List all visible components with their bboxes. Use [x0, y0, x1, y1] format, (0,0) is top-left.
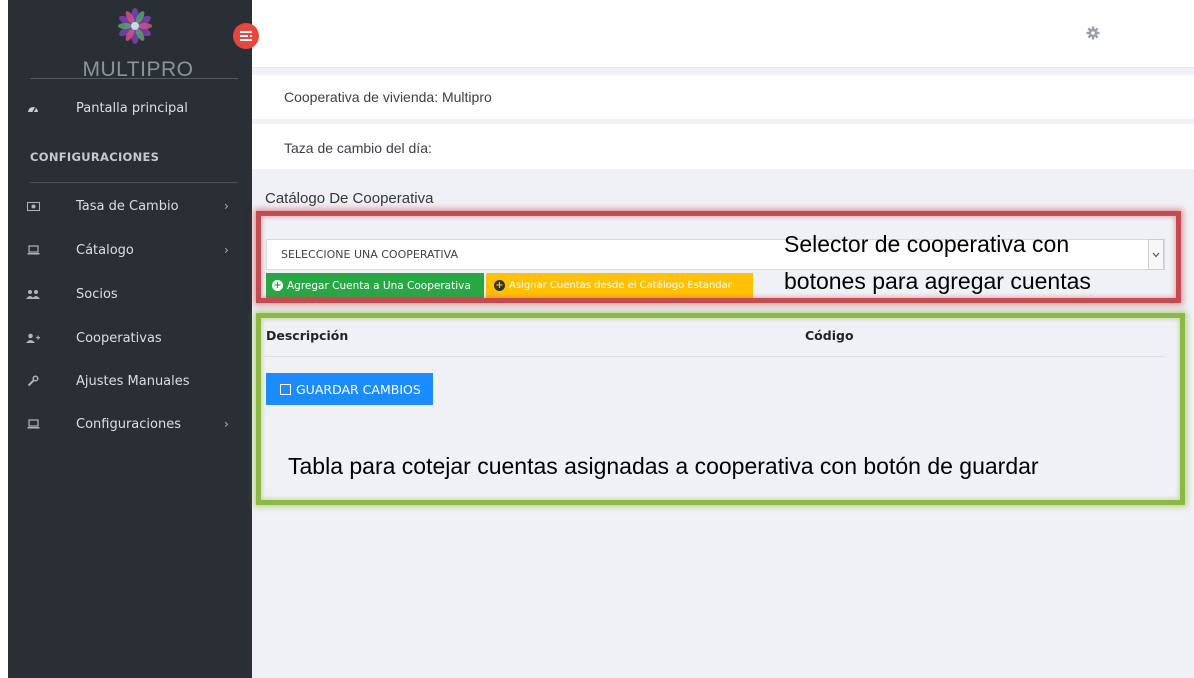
sidebar-item-cooperativas[interactable]: Cooperativas	[8, 318, 252, 358]
laptop-icon	[26, 243, 40, 257]
select-dropdown-button[interactable]	[1148, 239, 1164, 270]
gear-icon[interactable]	[1086, 26, 1100, 40]
laptop-icon	[26, 417, 40, 431]
edit-icon	[280, 383, 291, 395]
annotation-table: Tabla para cotejar cuentas asignadas a c…	[288, 453, 1039, 479]
chevron-down-icon	[1152, 252, 1160, 257]
annotation-selector-line2: botones para agregar cuentas	[784, 268, 1091, 294]
sidebar-toggle-button[interactable]	[233, 23, 259, 49]
add-account-label: Agregar Cuenta a Una Cooperativa	[287, 279, 471, 292]
table-header-divider	[265, 356, 1165, 357]
sidebar: MULTIPRO Pantalla principal CONFIGURACIO…	[8, 0, 252, 678]
users-icon	[26, 287, 40, 301]
annotation-selector-line1: Selector de cooperativa con	[784, 231, 1070, 257]
plus-circle-icon: +	[272, 279, 283, 291]
sidebar-item-tasa-de-cambio[interactable]: Tasa de Cambio ›	[8, 186, 252, 226]
wrench-icon	[26, 374, 40, 388]
money-icon	[26, 199, 40, 213]
flower-logo-icon	[118, 8, 152, 44]
sidebar-item-pantalla-principal[interactable]: Pantalla principal	[8, 88, 252, 128]
app-page: MULTIPRO Pantalla principal CONFIGURACIO…	[0, 0, 1194, 678]
sidebar-item-label: Ajustes Manuales	[76, 373, 190, 389]
chevron-right-icon: ›	[224, 199, 229, 213]
column-header-codigo: Código	[805, 328, 854, 343]
sidebar-item-label: Tasa de Cambio	[76, 198, 179, 214]
info-cooperativa-row: Cooperativa de vivienda: Multipro	[252, 75, 1194, 119]
sidebar-section-title: CONFIGURACIONES	[30, 150, 160, 164]
top-bar	[252, 0, 1194, 68]
assign-accounts-label: Asignar Cuentas desde el Catálogo Estand…	[509, 280, 732, 291]
select-value: SELECCIONE UNA COOPERATIVA	[281, 248, 459, 261]
column-header-descripcion: Descripción	[266, 328, 349, 343]
sidebar-section-divider	[30, 182, 238, 183]
sidebar-item-label: Pantalla principal	[76, 100, 188, 116]
chevron-right-icon: ›	[224, 417, 229, 431]
sidebar-item-ajustes-manuales[interactable]: Ajustes Manuales	[8, 361, 252, 401]
user-plus-icon	[26, 331, 40, 345]
cooperativa-label: Cooperativa de vivienda: Multipro	[284, 89, 492, 105]
chevron-right-icon: ›	[224, 243, 229, 257]
sidebar-item-socios[interactable]: Socios	[8, 274, 252, 314]
dashboard-icon	[26, 101, 40, 115]
assign-accounts-button[interactable]: + Asignar Cuentas desde el Catálogo Esta…	[486, 273, 753, 298]
sidebar-toggle-icon	[240, 31, 252, 41]
brand-divider	[30, 78, 238, 79]
save-changes-label: GUARDAR CAMBIOS	[296, 381, 421, 397]
tasa-label: Taza de cambio del día:	[284, 140, 432, 156]
sidebar-item-label: Configuraciones	[76, 416, 181, 432]
sidebar-item-catalogo[interactable]: Cátalogo ›	[8, 230, 252, 270]
sidebar-item-label: Cooperativas	[76, 330, 162, 346]
sidebar-item-configuraciones[interactable]: Configuraciones ›	[8, 404, 252, 444]
window-edge	[0, 0, 8, 678]
save-changes-button[interactable]: GUARDAR CAMBIOS	[266, 373, 433, 405]
card-title: Catálogo De Cooperativa	[265, 190, 434, 207]
sidebar-item-label: Socios	[76, 286, 118, 302]
info-tasa-row: Taza de cambio del día:	[252, 124, 1194, 169]
plus-circle-icon: +	[494, 279, 505, 291]
sidebar-item-label: Cátalogo	[76, 242, 134, 258]
add-account-button[interactable]: + Agregar Cuenta a Una Cooperativa	[266, 273, 484, 298]
